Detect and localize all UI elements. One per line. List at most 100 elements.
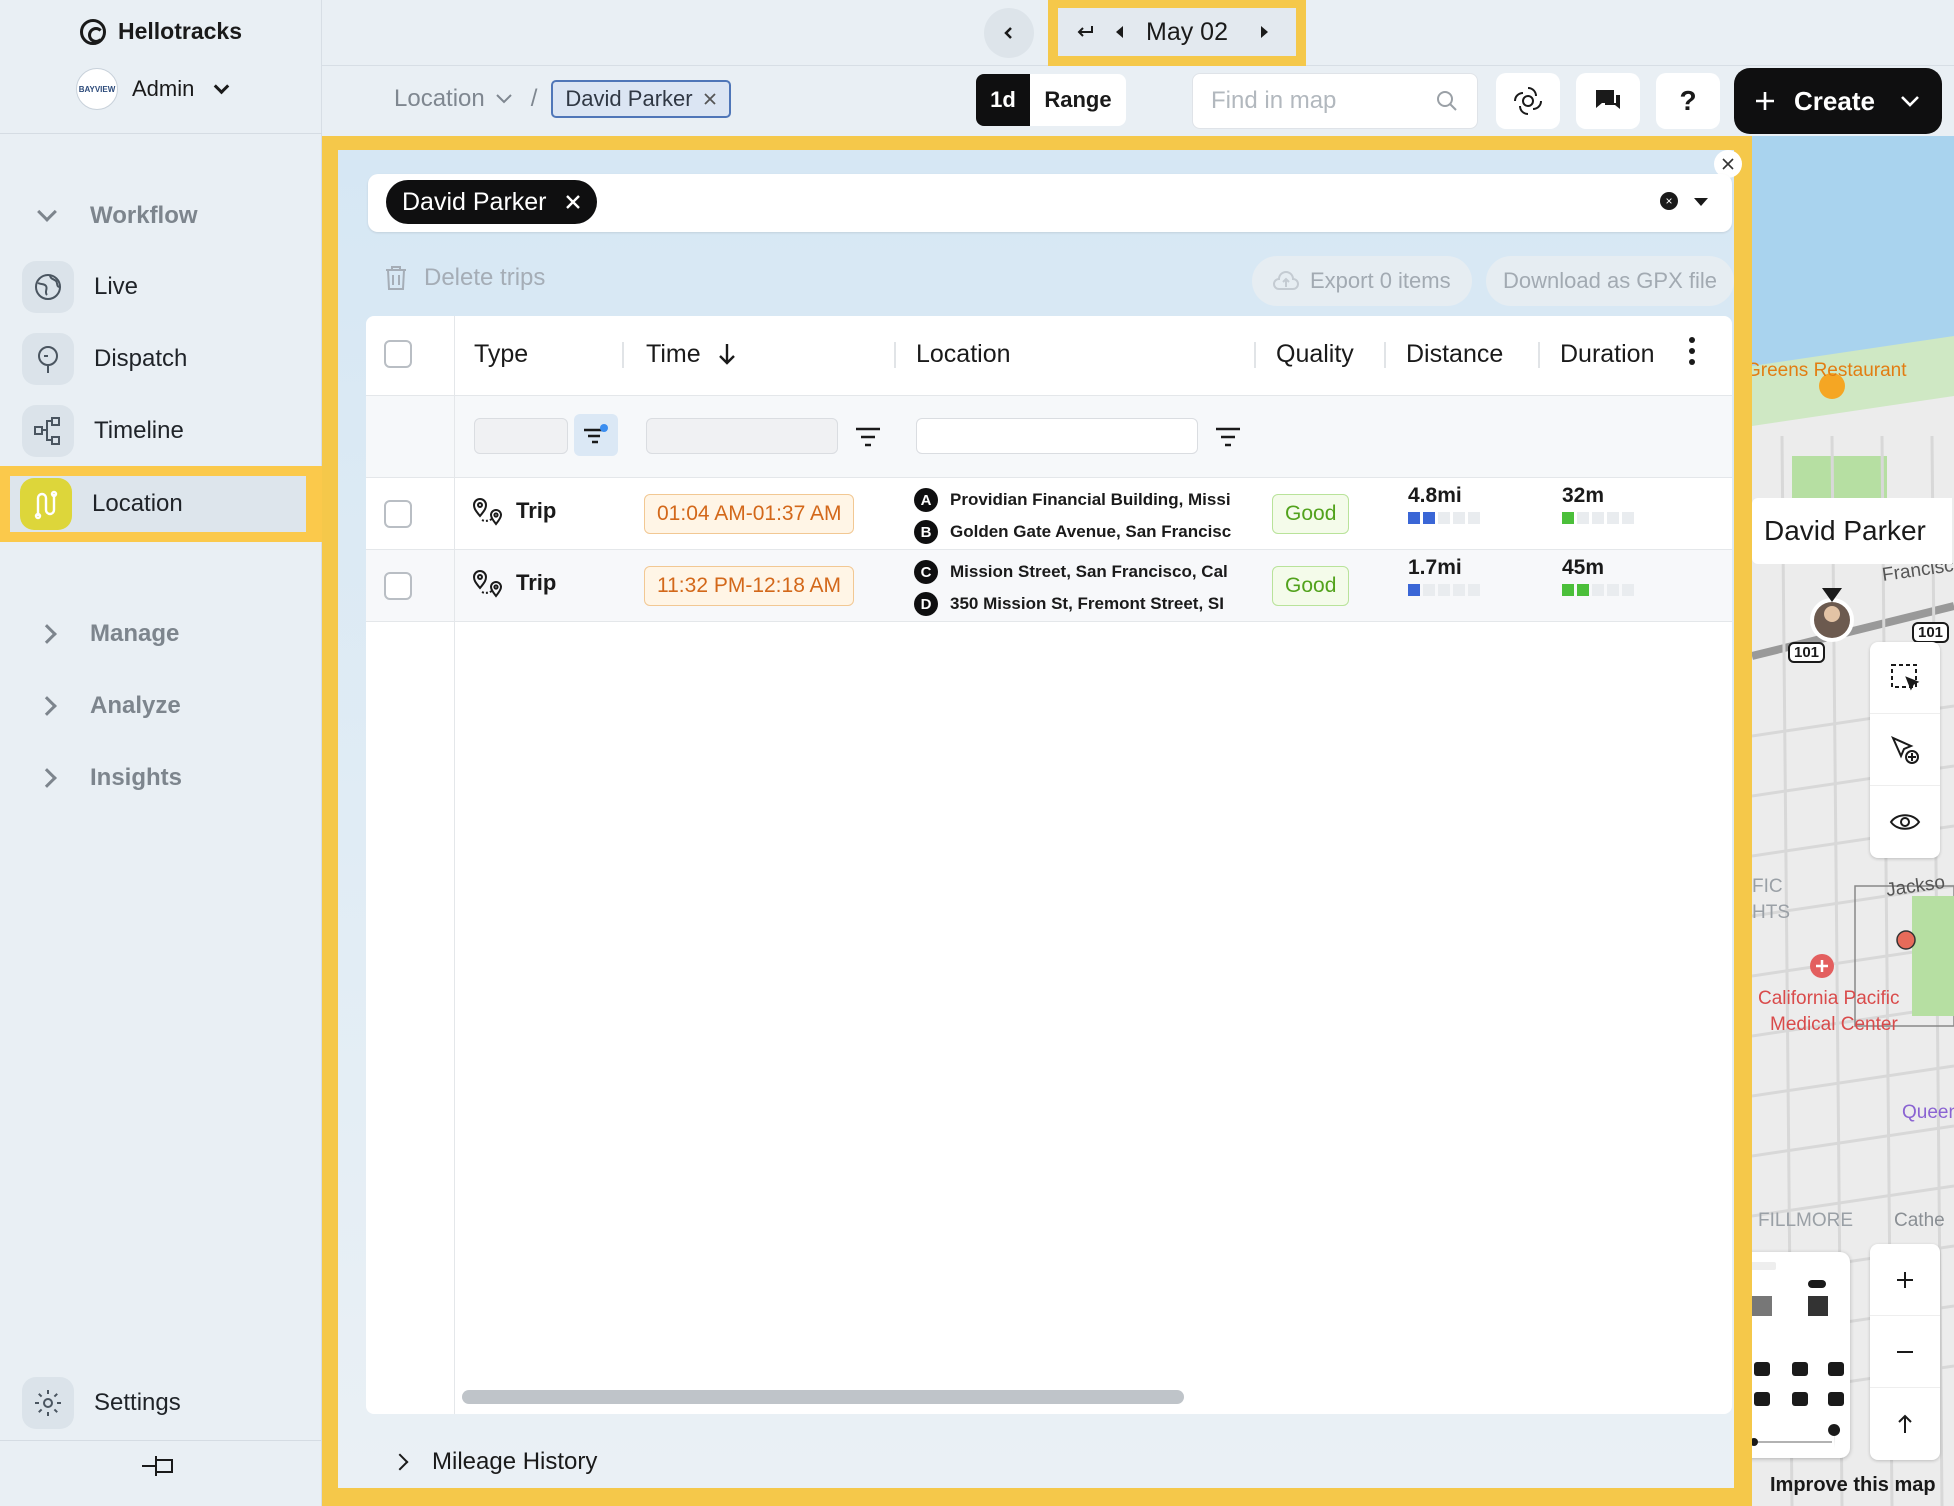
sidebar-item-label: Live: [94, 273, 139, 300]
column-resizer[interactable]: [1254, 342, 1256, 368]
compass-north-button[interactable]: [1870, 1388, 1940, 1460]
person-filter-chip[interactable]: David Parker: [386, 180, 597, 224]
chevron-down-icon[interactable]: [495, 93, 513, 105]
column-header-location[interactable]: Location: [916, 340, 1011, 369]
filter-icon[interactable]: [854, 426, 882, 448]
clear-filter-icon[interactable]: ×: [1660, 192, 1678, 210]
pin-sidebar-icon[interactable]: [140, 1452, 176, 1480]
waypoint-c-badge: C: [914, 560, 938, 584]
nav-group-insights[interactable]: Insights: [0, 754, 322, 802]
column-resizer[interactable]: [1384, 342, 1386, 368]
zoom-out-button[interactable]: [1870, 1316, 1940, 1388]
horizontal-scrollbar[interactable]: [462, 1390, 1184, 1404]
meter-segment: [1408, 512, 1420, 524]
trip-location-cell: C Mission Street, San Francisco, Cal D 350…: [914, 556, 1258, 620]
trip-type-label: Trip: [516, 570, 557, 595]
export-button[interactable]: Export 0 items: [1252, 256, 1472, 306]
trip-time-pill[interactable]: 11:32 PM-12:18 AM: [644, 566, 855, 606]
map-zoom-tools: [1870, 1244, 1940, 1460]
ai-assistant-button[interactable]: [1496, 73, 1560, 129]
sidebar-item-timeline[interactable]: Timeline: [0, 400, 322, 462]
meter-segment: [1577, 584, 1589, 596]
return-today-icon[interactable]: [1074, 22, 1096, 42]
messages-button[interactable]: [1576, 73, 1640, 129]
trip-end-address: 350 Mission St, Fremont Street, SI: [950, 594, 1224, 613]
map-label-pacific: FIC: [1752, 876, 1783, 897]
chevron-right-icon: [37, 696, 57, 716]
brand[interactable]: Hellotracks: [80, 18, 242, 45]
caret-right-icon[interactable]: [1256, 24, 1272, 40]
caret-left-icon[interactable]: [1112, 24, 1128, 40]
date-picker[interactable]: May 02: [1058, 8, 1296, 56]
close-icon[interactable]: [703, 92, 717, 106]
location-filter-input[interactable]: [916, 418, 1198, 454]
quality-badge: Good: [1272, 566, 1350, 606]
delete-trips-button[interactable]: Delete trips: [384, 264, 545, 292]
time-filter-input[interactable]: [646, 418, 838, 454]
plus-icon: [1897, 1271, 1913, 1288]
find-in-map-input[interactable]: [1211, 87, 1431, 115]
meter-segment: [1453, 512, 1465, 524]
person-filter-bar[interactable]: David Parker ×: [368, 174, 1732, 232]
mileage-history-toggle[interactable]: Mileage History: [391, 1448, 597, 1476]
sidebar-item-live[interactable]: Live: [0, 256, 322, 318]
download-gpx-button[interactable]: Download as GPX file: [1486, 256, 1734, 306]
select-area-button[interactable]: [1870, 642, 1940, 714]
arrow-up-icon: [1898, 1414, 1912, 1433]
table-row[interactable]: Trip 11:32 PM-12:18 AM C Mission Street, …: [366, 550, 1732, 622]
meter-segment: [1592, 584, 1604, 596]
filter-active-icon: [584, 424, 608, 444]
duration-cell: 32m: [1562, 484, 1634, 524]
nav-group-analyze[interactable]: Analyze: [0, 682, 322, 730]
column-resizer[interactable]: [622, 342, 624, 368]
breadcrumb-chip[interactable]: David Parker: [551, 80, 731, 118]
column-resizer[interactable]: [1538, 342, 1540, 368]
previous-day-button[interactable]: [984, 8, 1034, 58]
meter-segment: [1438, 512, 1450, 524]
column-header-distance[interactable]: Distance: [1406, 340, 1503, 369]
meter-segment: [1622, 584, 1634, 596]
caret-down-icon[interactable]: [1694, 198, 1708, 206]
nav-group-workflow[interactable]: Workflow: [0, 192, 322, 240]
row-checkbox[interactable]: [384, 500, 412, 528]
column-menu-icon[interactable]: [1688, 336, 1696, 366]
map-person-label[interactable]: David Parker: [1752, 498, 1952, 564]
filter-icon[interactable]: [1214, 426, 1242, 448]
sidebar-item-label: Timeline: [94, 417, 184, 444]
account-switcher[interactable]: BAYVIEW Admin: [76, 68, 230, 110]
column-header-quality[interactable]: Quality: [1276, 340, 1354, 369]
meter-segment: [1562, 584, 1574, 596]
row-checkbox[interactable]: [384, 572, 412, 600]
column-header-duration[interactable]: Duration: [1560, 340, 1655, 369]
sidebar-item-settings[interactable]: Settings: [0, 1372, 322, 1434]
improve-map-link[interactable]: Improve this map: [1770, 1474, 1936, 1497]
sort-descending-icon[interactable]: [716, 342, 738, 366]
breadcrumb-root[interactable]: Location: [394, 85, 485, 113]
day-range-button[interactable]: 1d: [976, 74, 1030, 126]
range-toggle: 1d Range: [976, 74, 1126, 126]
select-all-checkbox[interactable]: [384, 340, 412, 368]
close-icon[interactable]: [565, 194, 581, 210]
zoom-in-button[interactable]: [1870, 1244, 1940, 1316]
nav-group-manage[interactable]: Manage: [0, 610, 322, 658]
visibility-button[interactable]: [1870, 786, 1940, 858]
custom-range-button[interactable]: Range: [1030, 74, 1126, 126]
meter-segment: [1438, 584, 1450, 596]
column-header-time[interactable]: Time: [646, 340, 701, 369]
add-point-button[interactable]: [1870, 714, 1940, 786]
sidebar-item-location[interactable]: Location: [0, 466, 322, 542]
create-button[interactable]: Create: [1734, 68, 1942, 134]
trip-time-pill[interactable]: 01:04 AM-01:37 AM: [644, 494, 855, 534]
account-logo: BAYVIEW: [76, 68, 118, 110]
person-filter-chip-label: David Parker: [402, 187, 547, 216]
type-filter-button[interactable]: [574, 414, 618, 456]
table-row[interactable]: Trip 01:04 AM-01:37 AM A Providian Financ…: [366, 478, 1732, 550]
column-header-type[interactable]: Type: [474, 340, 528, 369]
distance-meter: [1408, 584, 1480, 596]
nav-group-label: Manage: [90, 620, 180, 647]
type-filter-input[interactable]: [474, 418, 568, 454]
help-button[interactable]: ?: [1656, 73, 1720, 129]
column-resizer[interactable]: [894, 342, 896, 368]
sidebar-item-dispatch[interactable]: Dispatch: [0, 328, 322, 390]
trip-end-address: Golden Gate Avenue, San Francisc: [950, 522, 1232, 541]
